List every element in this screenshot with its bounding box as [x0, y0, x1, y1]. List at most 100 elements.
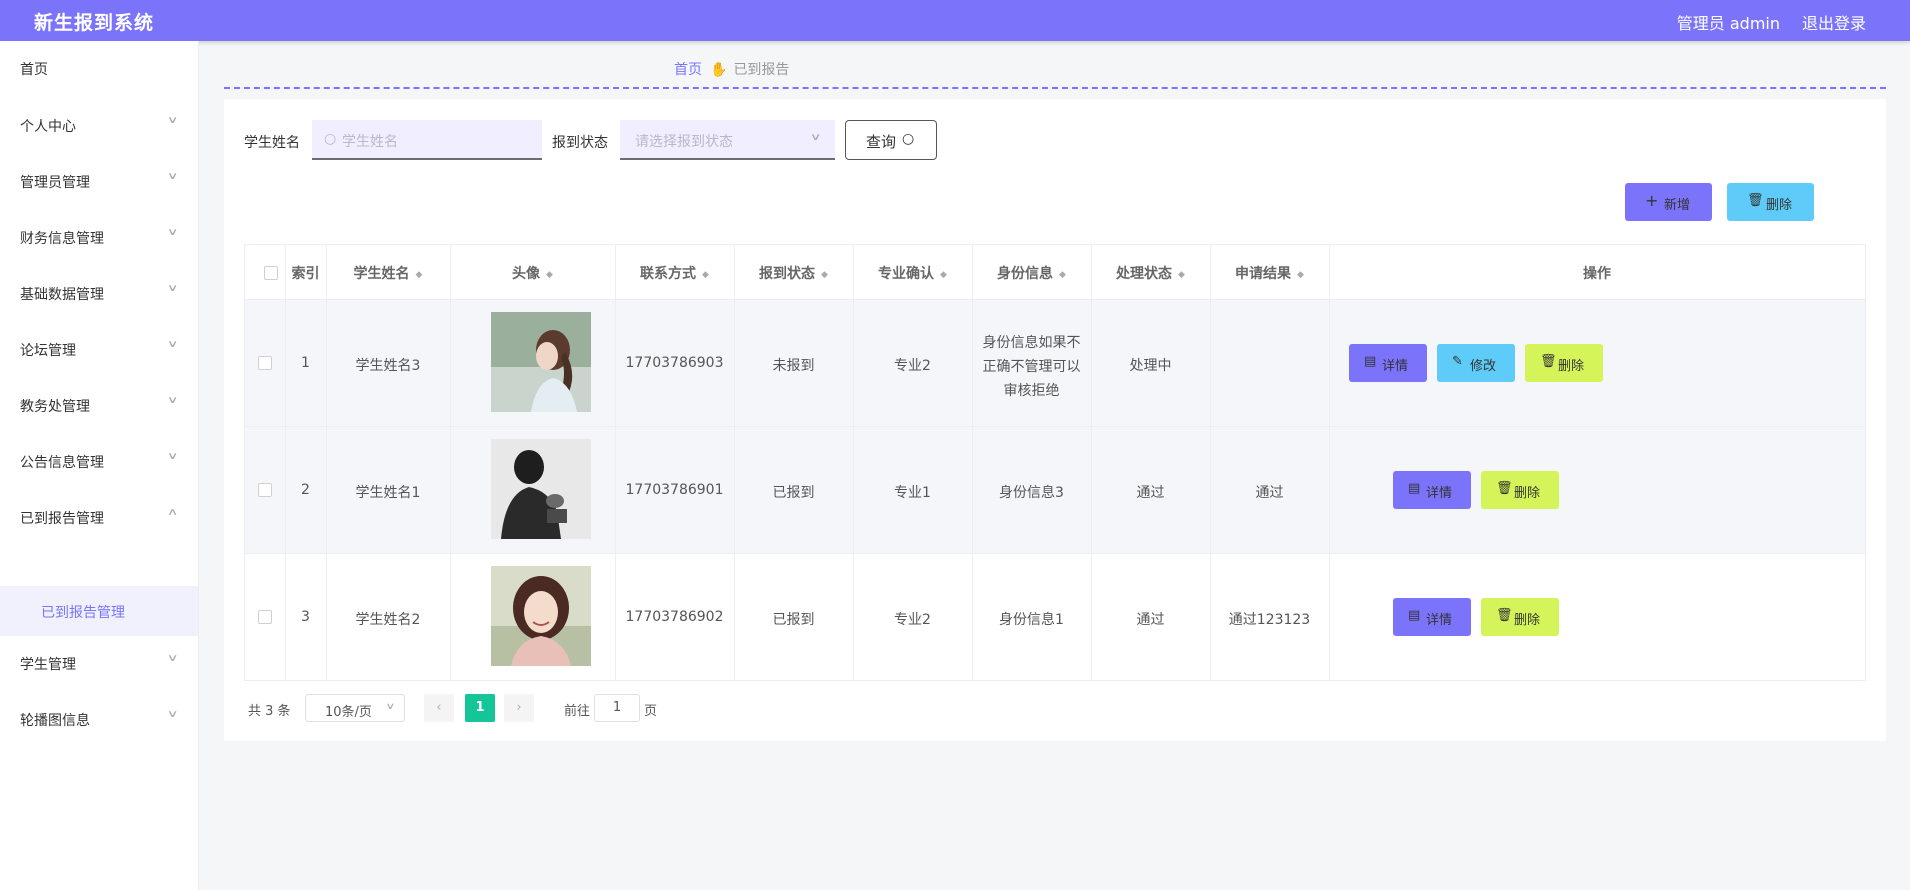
sidebar-item-label: 个人中心: [20, 119, 76, 135]
sidebar-item-report-management[interactable]: 已到报告管理 ∧: [0, 497, 198, 537]
row-checkbox[interactable]: [258, 356, 272, 370]
sort-icon: ◆: [821, 270, 828, 280]
trash-icon: 🗑: [1747, 193, 1764, 208]
edit-button[interactable]: ✎ 修改: [1437, 344, 1515, 382]
page-size-value: 10条/页: [325, 705, 372, 720]
sidebar-item-label: 财务信息管理: [20, 231, 104, 247]
column-header-avatar[interactable]: 头像 ◆: [450, 263, 615, 283]
avatar: [491, 566, 591, 666]
sidebar-item-label: 基础数据管理: [20, 287, 104, 303]
table-header: 索引 学生姓名 ◆ 头像 ◆ 联系方式 ◆ 报到状态 ◆ 专业确认 ◆ 身份信息 ◆ 处理状…: [245, 245, 1865, 300]
detail-button[interactable]: ▤ 详情: [1349, 344, 1427, 382]
detail-button[interactable]: ▤ 详情: [1393, 471, 1471, 509]
sidebar-item-academic-affairs[interactable]: 教务处管理 ∨: [0, 385, 198, 425]
row-checkbox[interactable]: [258, 610, 272, 624]
chevron-down-icon: ∨: [166, 709, 179, 720]
add-button-label: 新增: [1664, 198, 1691, 213]
detail-button-label: 详情: [1382, 359, 1409, 374]
row-major: 专业2: [894, 612, 931, 628]
batch-delete-button[interactable]: 🗑 删除: [1727, 183, 1814, 221]
report-status-placeholder: 请选择报到状态: [635, 134, 733, 150]
sidebar-item-home[interactable]: 首页: [0, 48, 198, 88]
goto-page-input[interactable]: 1: [594, 694, 640, 722]
sidebar-item-personal-center[interactable]: 个人中心 ∨: [0, 105, 198, 145]
next-page-button[interactable]: ›: [504, 694, 534, 722]
table-row: 2 学生姓名1 17703786901 已报到 专业1 身份信息3 通过 通过 …: [245, 426, 1865, 553]
row-name: 学生姓名1: [355, 485, 421, 501]
chevron-down-icon: ∨: [166, 115, 179, 126]
breadcrumb-home[interactable]: 首页: [674, 62, 702, 78]
chevron-down-icon: ∨: [385, 702, 396, 712]
sidebar-item-basic-data[interactable]: 基础数据管理 ∨: [0, 273, 198, 313]
column-header-status[interactable]: 报到状态 ◆: [734, 263, 853, 283]
app-title: 新生报到系统: [34, 12, 155, 34]
sidebar-item-forum[interactable]: 论坛管理 ∨: [0, 329, 198, 369]
top-navbar: 新生报到系统 管理员 admin 退出登录: [0, 0, 1910, 41]
pencil-icon: ✎: [1452, 354, 1463, 369]
pagination-total: 共 3 条: [248, 704, 291, 719]
chevron-down-icon: ∨: [166, 227, 179, 238]
query-button[interactable]: 查询 ○: [845, 120, 937, 160]
logout-link[interactable]: 退出登录: [1802, 10, 1866, 34]
column-header-phone[interactable]: 联系方式 ◆: [615, 263, 734, 283]
delete-button[interactable]: 🗑 删除: [1481, 471, 1559, 509]
chevron-left-icon: ‹: [436, 700, 442, 715]
detail-button[interactable]: ▤ 详情: [1393, 598, 1471, 636]
report-status-select[interactable]: 请选择报到状态 ∨: [620, 120, 835, 160]
sidebar-item-students[interactable]: 学生管理 ∨: [0, 643, 198, 683]
row-status: 未报到: [772, 358, 815, 374]
row-index: 3: [301, 609, 310, 625]
breadcrumb-divider: [224, 87, 1886, 89]
student-name-label: 学生姓名: [244, 135, 300, 151]
delete-button[interactable]: 🗑 删除: [1481, 598, 1559, 636]
column-header-process[interactable]: 处理状态 ◆: [1091, 263, 1210, 283]
sidebar-item-finance[interactable]: 财务信息管理 ∨: [0, 217, 198, 257]
chevron-down-icon: ∨: [809, 132, 822, 143]
column-header-label: 报到状态: [759, 266, 816, 282]
chevron-right-icon: ›: [516, 700, 522, 715]
trash-icon: 🗑: [1540, 354, 1557, 369]
row-status: 已报到: [772, 485, 815, 501]
sidebar-item-label: 管理员管理: [20, 175, 90, 191]
delete-button[interactable]: 🗑 删除: [1525, 344, 1603, 382]
sidebar-subitem-report-management[interactable]: 已到报告管理: [0, 586, 198, 636]
sidebar-item-label: 教务处管理: [20, 399, 90, 415]
sidebar-item-carousel[interactable]: 轮播图信息 ∨: [0, 699, 198, 739]
column-header-result[interactable]: 申请结果 ◆: [1210, 263, 1329, 283]
sidebar-item-announcements[interactable]: 公告信息管理 ∨: [0, 441, 198, 481]
row-name: 学生姓名2: [355, 612, 421, 628]
sort-icon: ◆: [546, 270, 553, 280]
sort-icon: ◆: [1059, 270, 1066, 280]
select-all-checkbox[interactable]: [264, 266, 278, 280]
page-number-current[interactable]: 1: [465, 694, 495, 722]
sidebar: 首页 个人中心 ∨ 管理员管理 ∨ 财务信息管理 ∨ 基础数据管理 ∨ 论坛管理…: [0, 41, 199, 890]
row-process: 通过: [1136, 612, 1165, 628]
document-icon: ▤: [1364, 354, 1377, 369]
sort-icon: ◆: [1178, 270, 1185, 280]
column-header-identity[interactable]: 身份信息 ◆: [972, 263, 1091, 283]
prev-page-button[interactable]: ‹: [424, 694, 454, 722]
add-button[interactable]: + 新增: [1625, 183, 1712, 221]
search-icon: ○: [902, 131, 915, 147]
row-identity: 身份信息1: [999, 612, 1064, 628]
column-header-label: 身份信息: [997, 266, 1054, 282]
delete-button-label: 删除: [1514, 486, 1541, 501]
column-divider: [1091, 245, 1092, 680]
column-divider: [615, 245, 616, 680]
trash-icon: 🗑: [1496, 481, 1513, 496]
sidebar-item-admin-management[interactable]: 管理员管理 ∨: [0, 161, 198, 201]
row-checkbox[interactable]: [258, 483, 272, 497]
row-index: 1: [301, 355, 310, 371]
column-header-major[interactable]: 专业确认 ◆: [853, 263, 972, 283]
plus-icon: +: [1645, 191, 1659, 210]
column-header-name[interactable]: 学生姓名 ◆: [326, 263, 450, 283]
delete-button-label: 删除: [1766, 198, 1793, 213]
student-name-input[interactable]: ○ 学生姓名: [312, 120, 542, 160]
row-name: 学生姓名3: [355, 358, 421, 374]
chevron-down-icon: ∨: [166, 451, 179, 462]
column-header-label: 联系方式: [640, 266, 697, 282]
breadcrumb-current: 已到报告: [733, 62, 790, 78]
hand-icon: ✋: [710, 62, 728, 78]
page-size-select[interactable]: 10条/页 ∨: [305, 694, 405, 722]
column-header-label: 学生姓名: [353, 266, 410, 282]
